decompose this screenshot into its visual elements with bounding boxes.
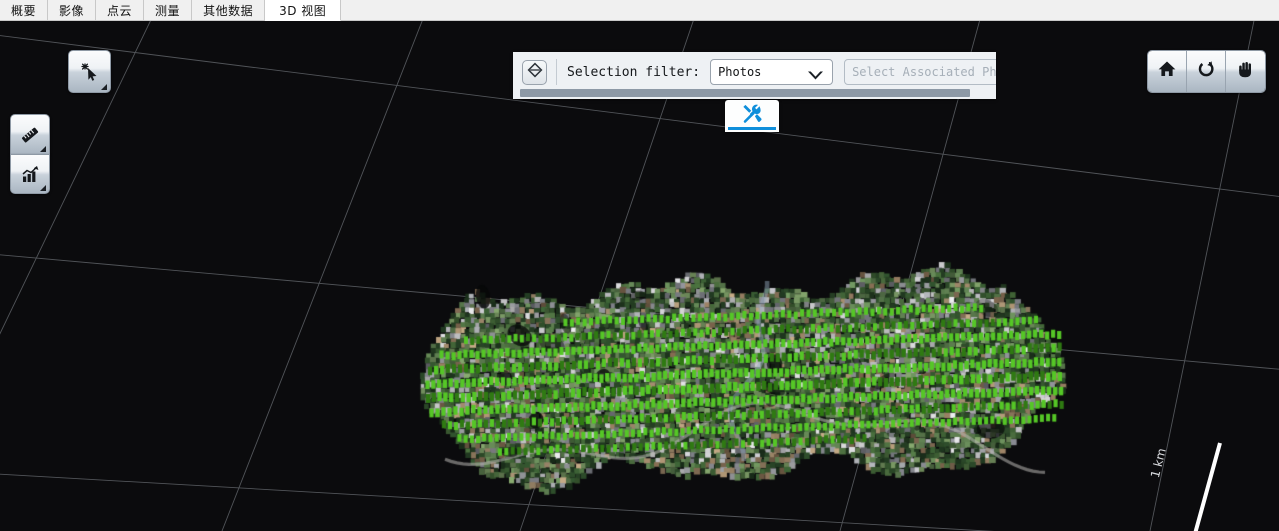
- selection-filter-combobox[interactable]: Photos: [710, 59, 834, 86]
- bar-chart-icon: [19, 163, 41, 185]
- dropdown-corner-indicator[interactable]: [40, 185, 46, 191]
- chevron-down-icon: [807, 68, 824, 86]
- magic-wand-select-tool-button[interactable]: [68, 50, 111, 93]
- 3d-viewport[interactable]: 1 km Selection filter: Photos Select Ass…: [0, 21, 1279, 531]
- tools-tab-button[interactable]: [725, 100, 779, 132]
- dropdown-corner-indicator[interactable]: [101, 84, 107, 90]
- tab-measurement[interactable]: 测量: [144, 0, 193, 21]
- selection-filter-row: Selection filter: Photos Select Associat…: [513, 52, 996, 92]
- pan-hand-button[interactable]: [1226, 51, 1265, 92]
- tabbar-filler: [341, 0, 1279, 21]
- associated-photo-input[interactable]: Select Associated Photo: [844, 59, 996, 85]
- home-icon: [1157, 59, 1177, 84]
- tab-imagery[interactable]: 影像: [48, 0, 97, 21]
- magic-wand-icon: [79, 61, 101, 83]
- orbit-rotate-icon: [1196, 59, 1216, 84]
- selection-filter-value: Photos: [718, 65, 762, 79]
- dropdown-corner-indicator[interactable]: [40, 146, 46, 152]
- chart-statistics-tool-button[interactable]: [10, 154, 50, 194]
- toolbar-separator: [556, 59, 557, 85]
- scale-bar: [1193, 442, 1222, 531]
- orthomosaic-mesh[interactable]: [405, 253, 1080, 503]
- app-root: 概要 影像 点云 测量 其他数据 3D 视图 1 km Selection fi…: [0, 0, 1279, 531]
- tools-hammer-wrench-icon: [741, 103, 763, 130]
- tab-3d-view[interactable]: 3D 视图: [265, 0, 342, 21]
- main-tabbar: 概要 影像 点云 测量 其他数据 3D 视图: [0, 0, 1279, 21]
- ruler-icon: [19, 124, 41, 146]
- tools-tab-active-indicator: [728, 127, 776, 130]
- home-view-button[interactable]: [1148, 51, 1187, 92]
- hand-pan-icon: [1236, 59, 1256, 84]
- tab-pointcloud[interactable]: 点云: [96, 0, 145, 21]
- ruler-measure-tool-button[interactable]: [10, 114, 50, 154]
- selection-filter-panel: Selection filter: Photos Select Associat…: [513, 52, 996, 99]
- polygon-selection-button[interactable]: [522, 59, 547, 85]
- panel-scrollbar-thumb[interactable]: [520, 89, 970, 97]
- associated-photo-placeholder: Select Associated Photo: [852, 65, 996, 79]
- selection-filter-label: Selection filter:: [567, 64, 701, 80]
- panel-scrollbar-track[interactable]: [513, 88, 996, 99]
- polygon-selection-icon: [526, 61, 544, 84]
- navigation-button-group: [1147, 50, 1266, 93]
- tab-other-data[interactable]: 其他数据: [192, 0, 266, 21]
- tab-overview[interactable]: 概要: [0, 0, 49, 21]
- orbit-rotate-button[interactable]: [1187, 51, 1226, 92]
- mesh-canvas: [405, 253, 1080, 503]
